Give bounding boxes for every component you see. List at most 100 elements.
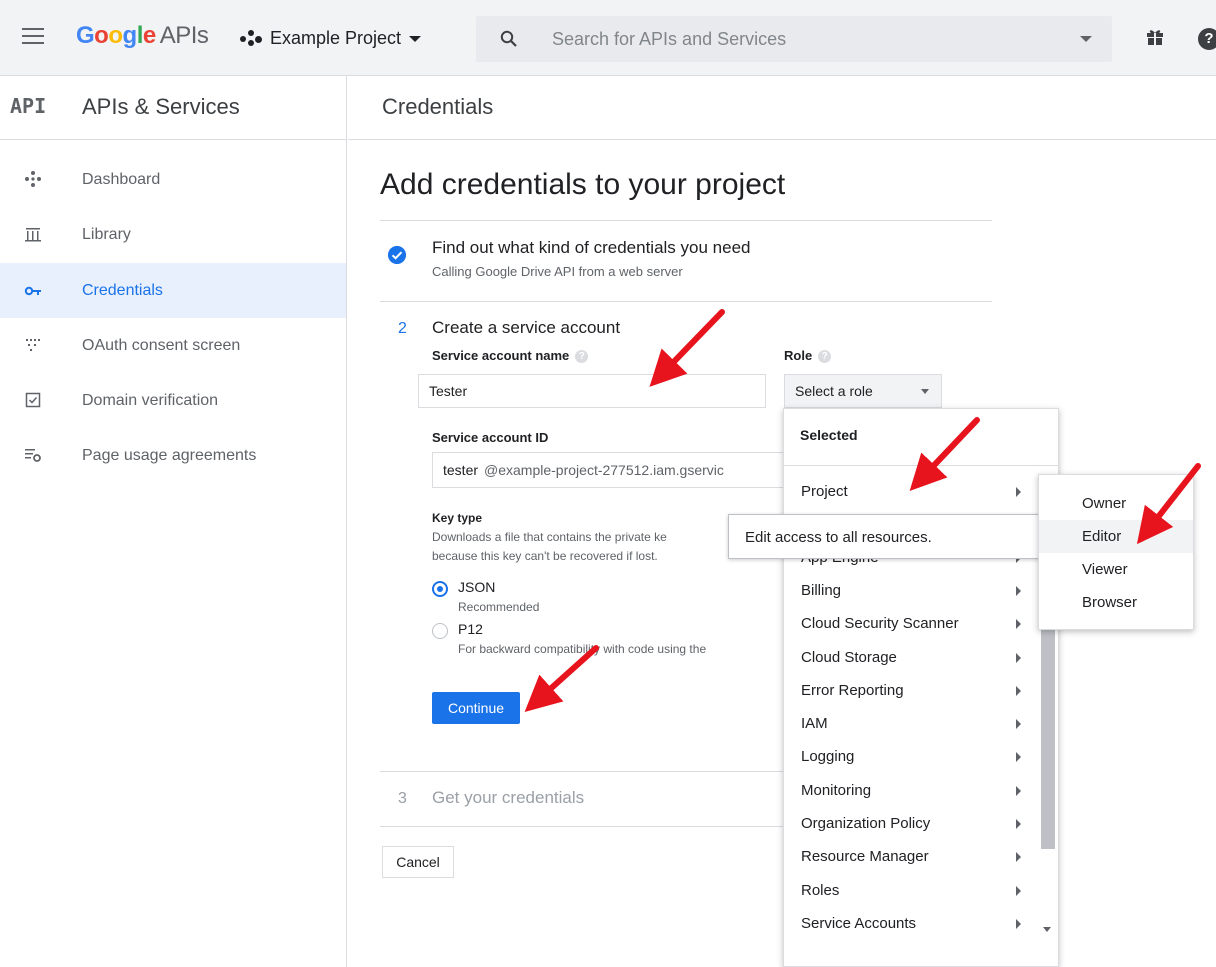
json-option-label[interactable]: JSON	[458, 579, 495, 595]
menu-item-label: Cloud Security Scanner	[801, 615, 959, 632]
chevron-right-icon	[1016, 886, 1021, 896]
role-label: Role?	[784, 348, 832, 364]
role-browser[interactable]: Browser	[1039, 586, 1193, 619]
role-category-error-reporting[interactable]: Error Reporting	[784, 674, 1040, 707]
chevron-right-icon	[1016, 586, 1021, 596]
sidebar-item-label: Library	[82, 225, 131, 243]
api-icon: API	[10, 94, 47, 118]
role-editor[interactable]: Editor	[1039, 520, 1193, 553]
search-bar[interactable]	[476, 16, 1112, 62]
role-category-cloud-security-scanner[interactable]: Cloud Security Scanner	[784, 607, 1040, 640]
chevron-right-icon	[1016, 619, 1021, 629]
scroll-down-icon[interactable]	[1043, 927, 1051, 932]
menu-item-label: Billing	[801, 582, 842, 599]
key-type-description: Downloads a file that contains the priva…	[432, 528, 742, 566]
chevron-right-icon	[1016, 786, 1021, 796]
sidebar-item-label: Domain verification	[82, 391, 219, 409]
sidebar-item-page-usage[interactable]: Page usage agreements	[0, 428, 346, 483]
role-category-project[interactable]: Project	[784, 475, 1040, 508]
chevron-right-icon	[1016, 919, 1021, 929]
google-wordmark: Google	[76, 22, 156, 49]
json-option-subtitle: Recommended	[458, 600, 540, 614]
service-account-name-input[interactable]	[418, 374, 766, 408]
help-icon[interactable]: ?	[818, 350, 832, 364]
p12-radio[interactable]	[432, 623, 448, 639]
step-2-number: 2	[398, 320, 407, 337]
role-category-billing[interactable]: Billing	[784, 574, 1040, 607]
google-apis-logo[interactable]: Google APIs	[76, 22, 209, 50]
search-input[interactable]	[552, 24, 1032, 54]
json-radio[interactable]	[432, 581, 448, 597]
sidebar-item-label: Credentials	[82, 281, 163, 299]
sidebar-item-label: OAuth consent screen	[82, 336, 241, 354]
service-account-id-field[interactable]: tester @example-project-277512.iam.gservi…	[432, 452, 784, 488]
menu-item-label: Roles	[801, 882, 840, 899]
role-category-cloud-storage[interactable]: Cloud Storage	[784, 641, 1040, 674]
page-header: Credentials	[348, 76, 1216, 140]
chevron-down-icon	[921, 389, 929, 394]
menu-item-label: Project	[801, 483, 848, 500]
continue-button[interactable]: Continue	[432, 692, 520, 724]
help-icon[interactable]: ?	[1198, 28, 1216, 50]
page-title: Credentials	[382, 94, 494, 119]
menu-item-label: Viewer	[1082, 561, 1128, 578]
sidebar-item-domain-verification[interactable]: Domain verification	[0, 373, 346, 428]
role-category-service-accounts[interactable]: Service Accounts	[784, 907, 1040, 940]
help-icon[interactable]: ?	[575, 350, 589, 364]
key-type-description-line: Downloads a file that contains the priva…	[432, 530, 667, 544]
gift-icon[interactable]	[1146, 28, 1164, 46]
role-category-logging[interactable]: Logging	[784, 740, 1040, 773]
divider	[380, 301, 992, 302]
chevron-right-icon	[1016, 752, 1021, 762]
p12-option-label[interactable]: P12	[458, 621, 483, 637]
sidebar-item-credentials[interactable]: Credentials	[0, 263, 346, 318]
divider	[380, 826, 792, 827]
role-viewer[interactable]: Viewer	[1039, 553, 1193, 586]
sidebar-item-library[interactable]: Library	[0, 207, 346, 262]
step-1-title[interactable]: Find out what kind of credentials you ne…	[432, 238, 750, 258]
menu-icon[interactable]	[22, 28, 44, 44]
cancel-button[interactable]: Cancel	[382, 846, 454, 878]
oauth-icon	[26, 339, 40, 351]
search-expand-icon[interactable]	[1080, 36, 1092, 42]
chevron-right-icon	[1016, 819, 1021, 829]
role-category-iam[interactable]: IAM	[784, 707, 1040, 740]
role-category-monitoring[interactable]: Monitoring	[784, 774, 1040, 807]
role-dropdown-menu: Selected Project App Engine Billing Clou…	[783, 408, 1059, 967]
key-type-description-line: because this key can't be recovered if l…	[432, 549, 658, 563]
service-account-id-input[interactable]: tester	[443, 462, 478, 478]
chevron-right-icon	[1016, 487, 1021, 497]
annotation-arrow	[649, 309, 725, 387]
sidebar-header: API APIs & Services	[0, 76, 346, 140]
divider	[380, 220, 992, 221]
menu-item-label: Monitoring	[801, 782, 872, 799]
divider	[784, 465, 1058, 466]
service-account-id-label: Service account ID	[432, 430, 549, 445]
step-2-title: Create a service account	[432, 318, 621, 337]
role-category-roles[interactable]: Roles	[784, 874, 1040, 907]
project-selector[interactable]: Example Project	[240, 28, 422, 49]
chevron-right-icon	[1016, 852, 1021, 862]
chevron-down-icon	[409, 35, 422, 42]
dashboard-icon	[25, 171, 41, 187]
section-heading: Add credentials to your project	[380, 168, 786, 201]
menu-item-label: Owner	[1082, 495, 1127, 512]
role-category-organization-policy[interactable]: Organization Policy	[784, 807, 1040, 840]
library-icon	[25, 228, 41, 242]
project-roles-submenu: Owner Editor Viewer Browser	[1038, 474, 1194, 630]
menu-item-label: Resource Manager	[801, 848, 929, 865]
role-owner[interactable]: Owner	[1039, 487, 1193, 520]
sidebar: API APIs & Services Dashboard Library Cr…	[0, 76, 347, 967]
role-label-text: Role	[784, 348, 813, 363]
role-category-resource-manager[interactable]: Resource Manager	[784, 840, 1040, 873]
chevron-right-icon	[1016, 653, 1021, 663]
menu-item-label: Logging	[801, 748, 855, 765]
role-select[interactable]: Select a role	[784, 374, 942, 408]
dropdown-selected-header: Selected	[800, 427, 858, 443]
menu-item-label: IAM	[801, 715, 828, 732]
sidebar-item-dashboard[interactable]: Dashboard	[0, 152, 346, 207]
sidebar-item-label: Page usage agreements	[82, 446, 257, 464]
domain-check-icon	[25, 392, 41, 408]
menu-item-label: Browser	[1082, 594, 1138, 611]
sidebar-item-oauth-consent[interactable]: OAuth consent screen	[0, 318, 346, 373]
